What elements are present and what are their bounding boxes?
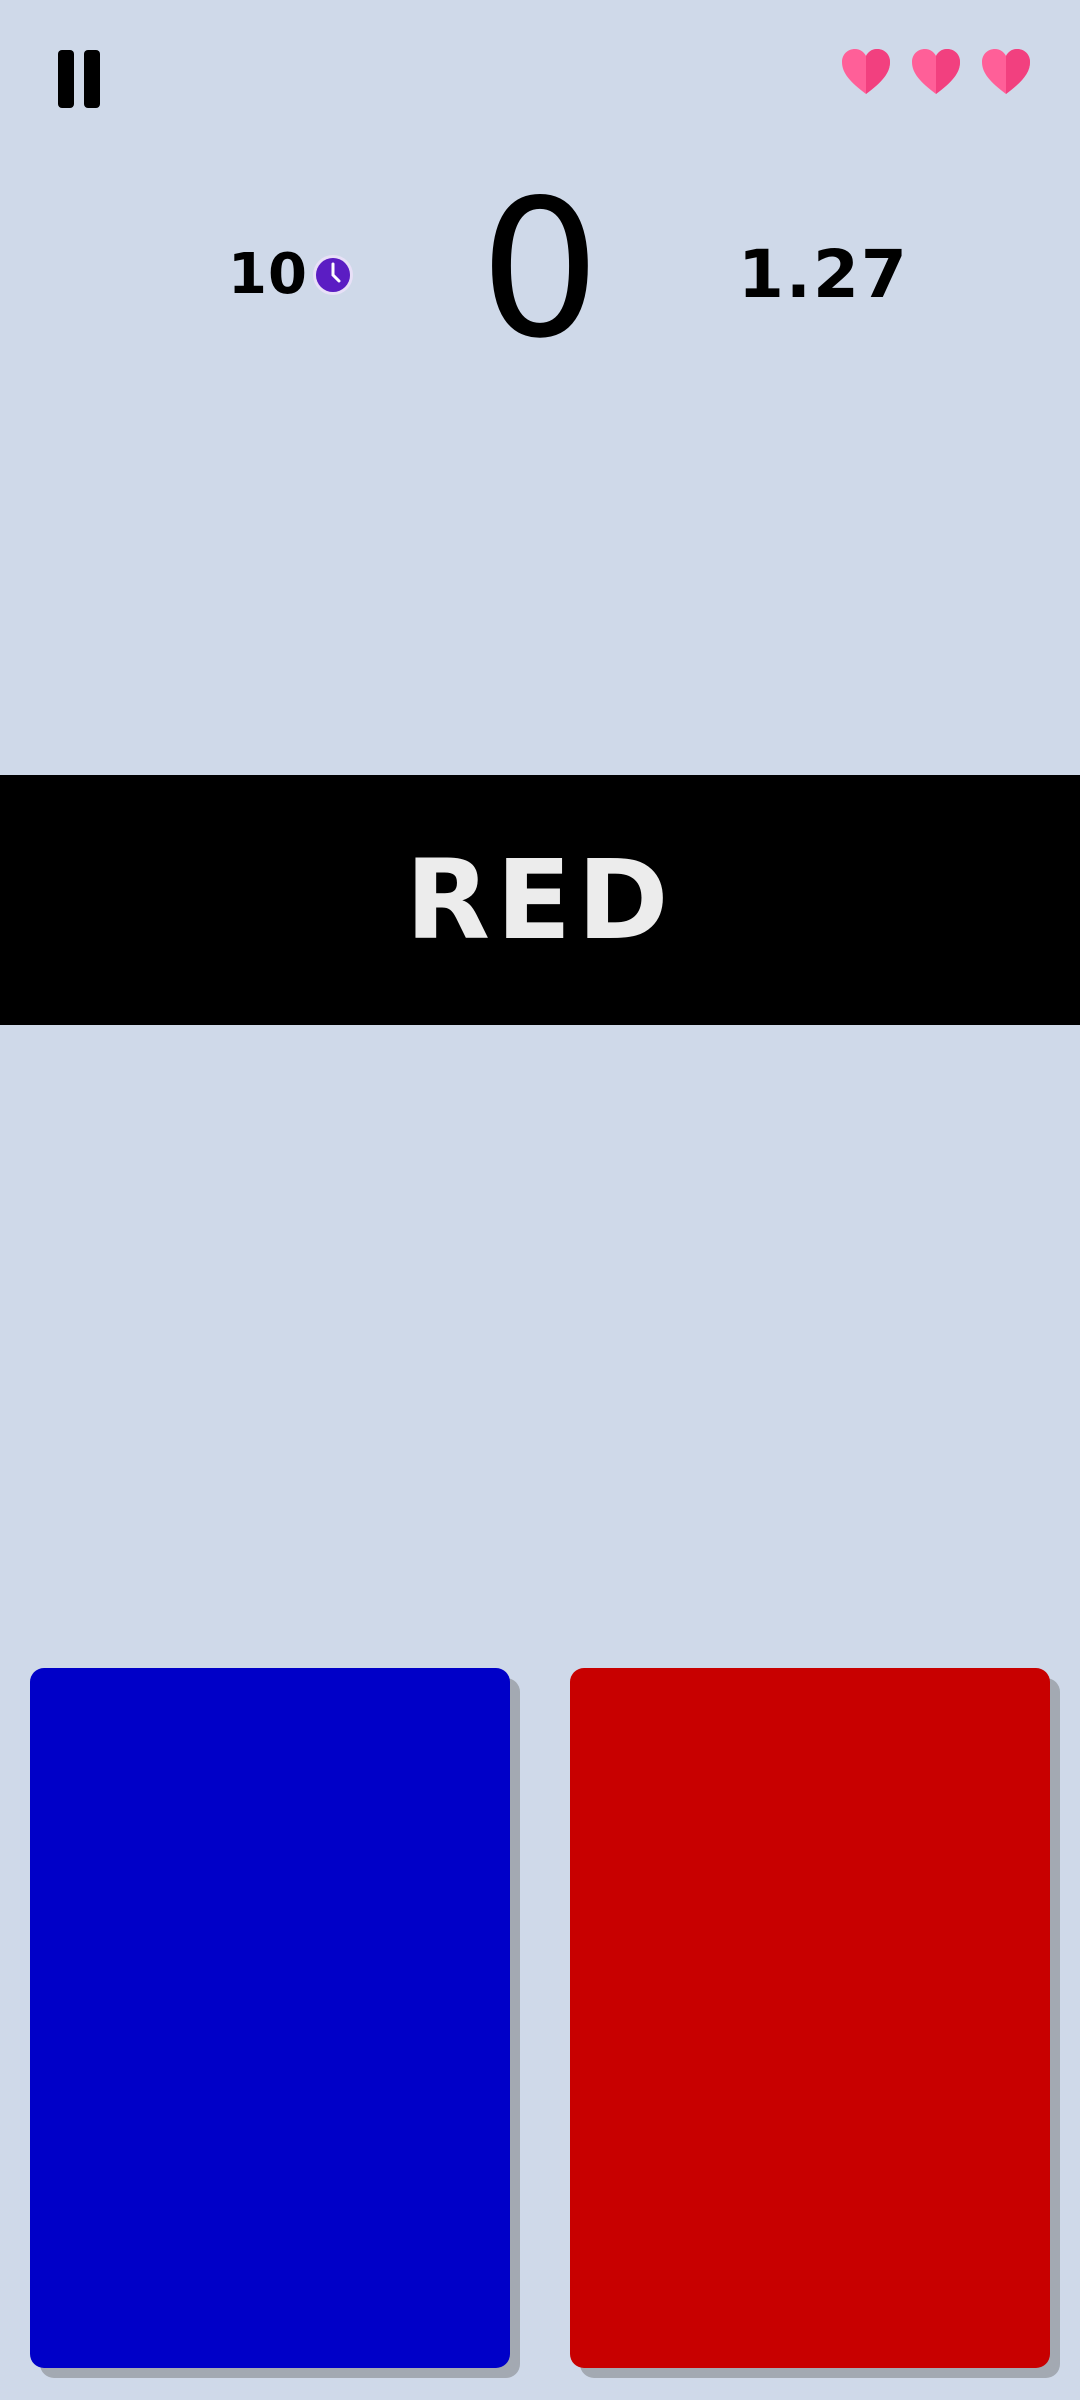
clock-icon: [312, 255, 353, 295]
heart-icon: [912, 49, 960, 94]
blue-choice-button[interactable]: [30, 1668, 510, 2368]
red-choice-button[interactable]: [570, 1668, 1050, 2368]
multiplier-value: 1.27: [738, 236, 909, 313]
pause-button[interactable]: [56, 50, 104, 108]
time-bonus-value: 10: [228, 242, 308, 307]
color-word: RED: [405, 836, 675, 964]
heart-icon: [842, 49, 890, 94]
score-value: 0: [479, 159, 601, 380]
time-bonus: 10: [228, 240, 354, 310]
pause-icon-bar: [84, 50, 100, 108]
pause-icon-bar: [58, 50, 74, 108]
heart-icon: [982, 49, 1030, 94]
lives-display: [840, 48, 1032, 96]
color-word-banner: RED: [0, 775, 1080, 1025]
